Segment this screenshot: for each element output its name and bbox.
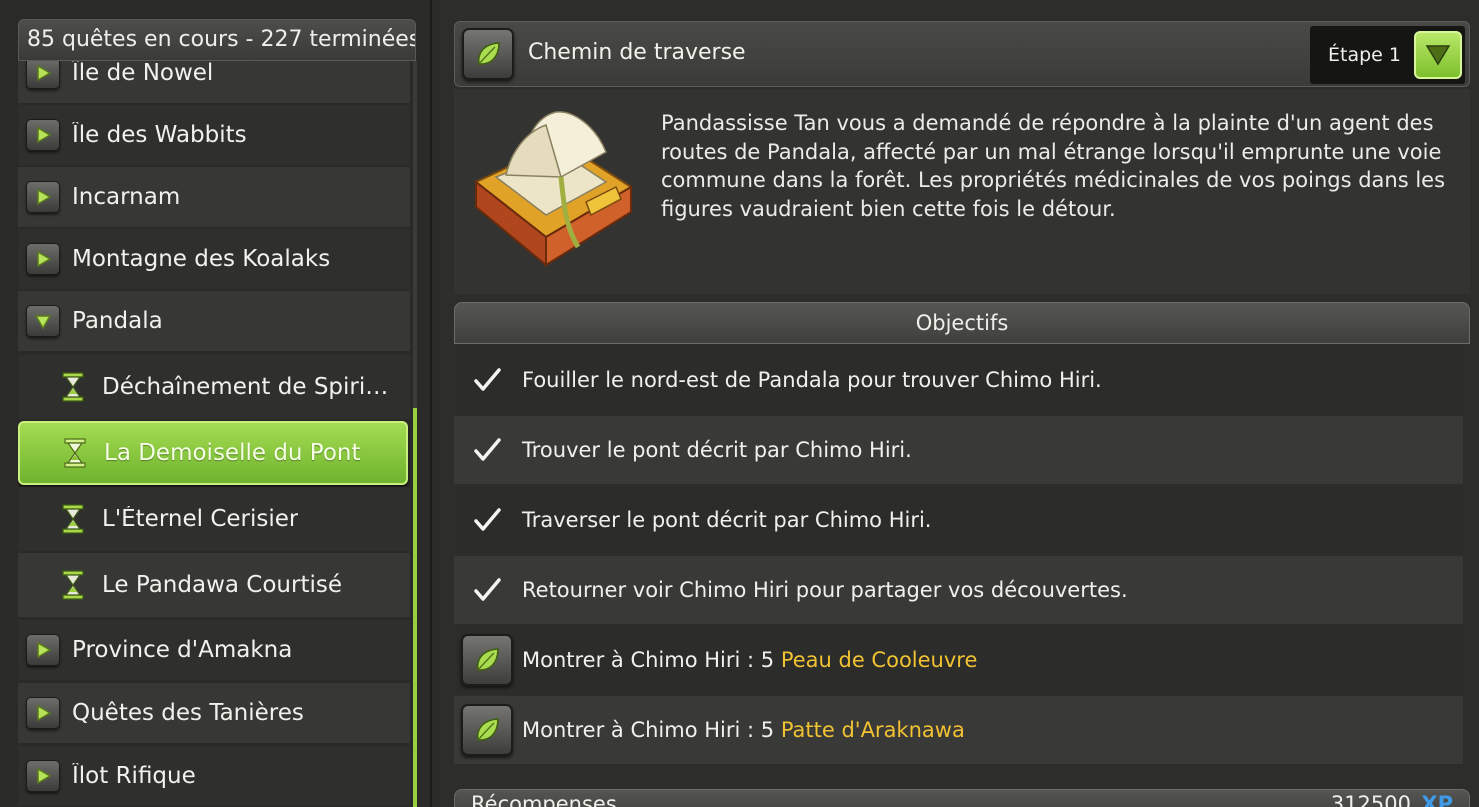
hourglass-icon [62, 570, 84, 600]
rewards-xp-unit: XP [1421, 792, 1453, 807]
category-province-amakna[interactable]: Province d'Amakna [18, 620, 410, 680]
category-incarnam[interactable]: Incarnam [18, 167, 410, 227]
category-ile-des-wabbits[interactable]: Île des Wabbits [18, 105, 410, 165]
quest-item-la-demoiselle-du-pont[interactable]: La Demoiselle du Pont [18, 421, 408, 485]
checkmark-icon [474, 578, 501, 601]
objective-text: Trouver le pont décrit par Chimo Hiri. [522, 438, 912, 462]
hourglass-icon [62, 372, 84, 402]
objective-done: Traverser le pont décrit par Chimo Hiri. [454, 486, 1463, 554]
category-label: Île de Nowel [72, 61, 214, 86]
quest-book-icon [474, 111, 633, 268]
objective-text: Montrer à Chimo Hiri : 5 Peau de Cooleuv… [522, 648, 977, 672]
quest-header: Chemin de traverse Étape 1 [454, 21, 1470, 87]
category-label: Quêtes des Tanières [72, 700, 304, 726]
category-label: Île des Wabbits [72, 122, 247, 148]
objective-done: Fouiller le nord-est de Pandala pour tro… [454, 346, 1463, 414]
leaf-icon[interactable] [462, 28, 514, 80]
quest-label: Le Pandawa Courtisé [102, 572, 342, 598]
leaf-icon[interactable] [461, 634, 513, 686]
step-label: Étape 1 [1328, 44, 1401, 66]
play-triangle-icon[interactable] [26, 760, 60, 792]
quest-label: L'Éternel Cerisier [102, 506, 299, 532]
quest-list: Île de Nowel Île des Wabbits Incarnam Mo… [18, 61, 410, 807]
rewards-xp-value: 312500 [1330, 792, 1411, 807]
category-quetes-des-tanieres[interactable]: Quêtes des Tanières [18, 683, 410, 743]
quest-label: La Demoiselle du Pont [104, 440, 361, 466]
category-label: Incarnam [72, 184, 181, 210]
objective-pending: Montrer à Chimo Hiri : 5 Patte d'Araknaw… [454, 696, 1463, 764]
category-label: Montagne des Koalaks [72, 246, 331, 272]
objective-done: Trouver le pont décrit par Chimo Hiri. [454, 416, 1463, 484]
play-triangle-icon[interactable] [26, 634, 60, 666]
quest-item-eternel-cerisier[interactable]: L'Éternel Cerisier [18, 487, 410, 551]
objective-prefix: Montrer à Chimo Hiri : 5 [522, 648, 781, 672]
quest-counter: 85 quêtes en cours - 227 terminées [18, 19, 416, 61]
objective-text: Retourner voir Chimo Hiri pour partager … [522, 578, 1128, 602]
step-selector[interactable]: Étape 1 [1310, 26, 1465, 84]
quest-description-area: Pandassisse Tan vous a demandé de répond… [454, 89, 1470, 294]
quest-list-panel: 85 quêtes en cours - 227 terminées Île d… [0, 0, 432, 807]
checkmark-icon [474, 508, 501, 531]
objective-pending: Montrer à Chimo Hiri : 5 Peau de Cooleuv… [454, 626, 1463, 694]
category-ilot-rifique[interactable]: Îlot Rifique [18, 746, 410, 806]
category-label: Îlot Rifique [72, 763, 196, 789]
quest-item-pandawa-courtise[interactable]: Le Pandawa Courtisé [18, 553, 410, 617]
quest-description: Pandassisse Tan vous a demandé de répond… [661, 111, 1446, 221]
chevron-down-icon[interactable] [1414, 31, 1462, 79]
quest-label: Déchaînement de Spiritu... [102, 374, 392, 400]
checkmark-icon [474, 438, 501, 461]
play-triangle-icon[interactable] [26, 181, 60, 213]
category-pandala[interactable]: Pandala [18, 291, 410, 351]
play-triangle-icon[interactable] [26, 61, 60, 89]
objective-done: Retourner voir Chimo Hiri pour partager … [454, 556, 1463, 624]
objectives-header: Objectifs [454, 302, 1470, 344]
hourglass-icon [62, 504, 84, 534]
category-montagne-des-koalaks[interactable]: Montagne des Koalaks [18, 229, 410, 289]
objective-text: Fouiller le nord-est de Pandala pour tro… [522, 368, 1102, 392]
category-label: Province d'Amakna [72, 637, 293, 663]
category-label: Pandala [72, 308, 163, 334]
play-triangle-icon[interactable] [26, 119, 60, 151]
item-link[interactable]: Peau de Cooleuvre [781, 648, 978, 672]
objective-text: Traverser le pont décrit par Chimo Hiri. [522, 508, 932, 532]
item-link[interactable]: Patte d'Araknawa [781, 718, 965, 742]
leaf-icon[interactable] [461, 704, 513, 756]
category-ile-de-nowel[interactable]: Île de Nowel [18, 61, 410, 103]
rewards-header: Récompenses 312500 XP [454, 789, 1470, 807]
scrollbar-thumb[interactable] [413, 408, 417, 807]
quest-title: Chemin de traverse [528, 40, 746, 65]
rewards-label: Récompenses [471, 792, 617, 807]
quest-item-dechainement[interactable]: Déchaînement de Spiritu... [18, 355, 410, 419]
objective-text: Montrer à Chimo Hiri : 5 Patte d'Araknaw… [522, 718, 965, 742]
objective-prefix: Montrer à Chimo Hiri : 5 [522, 718, 781, 742]
play-triangle-icon[interactable] [26, 243, 60, 275]
checkmark-icon [474, 368, 501, 391]
hourglass-icon [64, 438, 86, 468]
down-triangle-icon[interactable] [26, 305, 60, 337]
play-triangle-icon[interactable] [26, 697, 60, 729]
